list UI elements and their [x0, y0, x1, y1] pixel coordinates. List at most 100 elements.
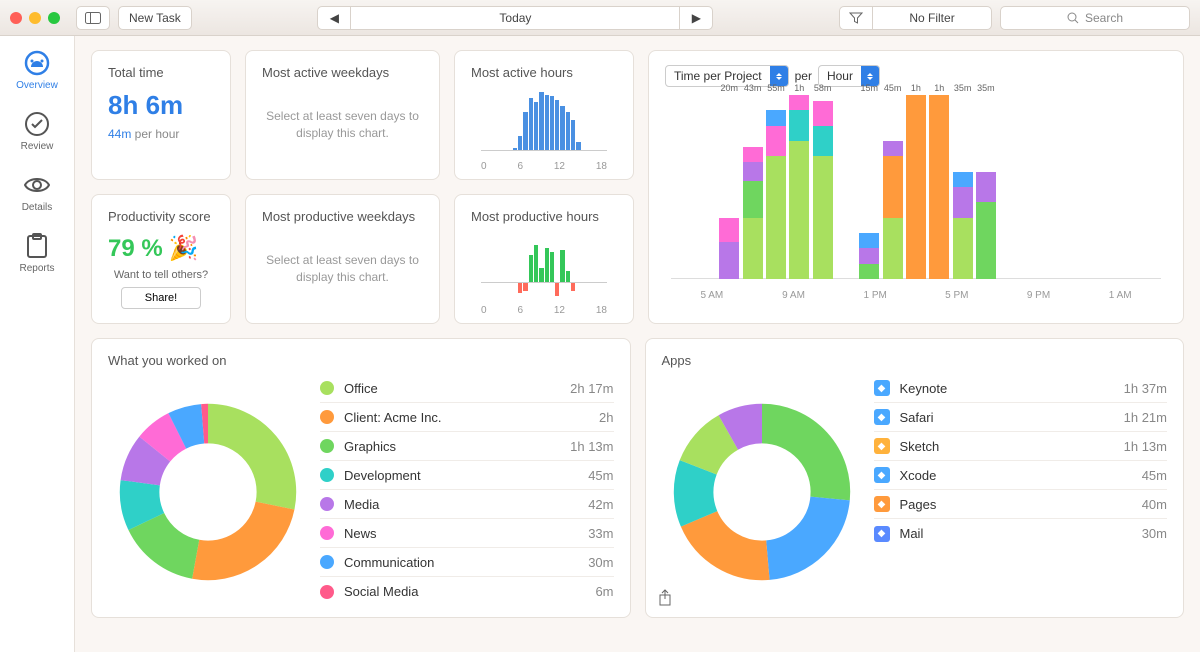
- card-title: Most active weekdays: [262, 65, 423, 80]
- new-task-button[interactable]: New Task: [118, 6, 192, 30]
- app-icon: ◆: [874, 526, 890, 542]
- card-title: Productivity score: [108, 209, 214, 224]
- color-dot: [320, 526, 334, 540]
- share-button[interactable]: Share!: [121, 287, 201, 309]
- search-icon: [1067, 12, 1079, 24]
- legend-row[interactable]: ◆ Mail30m: [874, 519, 1168, 548]
- filter-button[interactable]: [839, 6, 873, 30]
- apps-donut-chart: [662, 374, 862, 610]
- sidebar-item-overview[interactable]: Overview: [16, 50, 58, 91]
- triangle-right-icon: ▶: [692, 11, 701, 25]
- legend-row[interactable]: ◆Keynote1h 37m: [874, 374, 1168, 403]
- productive-hours-card[interactable]: Most productive hours 061218: [454, 194, 634, 324]
- active-hours-card[interactable]: Most active hours 061218: [454, 50, 634, 180]
- toggle-sidebar-button[interactable]: [76, 6, 110, 30]
- legend-row[interactable]: Graphics1h 13m: [320, 432, 614, 461]
- close-window-button[interactable]: [10, 12, 22, 24]
- legend-value: 33m: [588, 526, 613, 541]
- legend-row[interactable]: ◆ Sketch1h 13m: [874, 432, 1168, 461]
- productive-hours-chart: 061218: [471, 234, 617, 324]
- legend-row[interactable]: Development45m: [320, 461, 614, 490]
- app-icon: ◆: [874, 467, 890, 483]
- legend-value: 2h 17m: [570, 381, 613, 396]
- minimize-window-button[interactable]: [29, 12, 41, 24]
- card-title: Total time: [108, 65, 214, 80]
- legend-name: Xcode: [900, 468, 1142, 483]
- date-prev-button[interactable]: ◀: [317, 6, 351, 30]
- clipboard-icon: [24, 233, 50, 259]
- search-field[interactable]: Search: [1000, 6, 1190, 30]
- triangle-left-icon: ◀: [330, 11, 339, 25]
- legend-name: Client: Acme Inc.: [344, 410, 599, 425]
- legend-value: 2h: [599, 410, 613, 425]
- total-time-card[interactable]: Total time 8h 6m 44m per hour: [91, 50, 231, 180]
- apps-panel: Apps ◆Keynote1h 37m◆Safari1h 21m◆Sketch1…: [645, 338, 1185, 618]
- zoom-window-button[interactable]: [48, 12, 60, 24]
- legend-name: Sketch: [900, 439, 1124, 454]
- legend-name: Development: [344, 468, 588, 483]
- panel-title: Apps: [662, 353, 1168, 368]
- legend-name: News: [344, 526, 588, 541]
- placeholder-text: Select at least seven days to display th…: [262, 234, 423, 304]
- date-label-button[interactable]: Today: [350, 6, 680, 30]
- legend-value: 30m: [1142, 526, 1167, 541]
- productive-weekdays-card[interactable]: Most productive weekdays Select at least…: [245, 194, 440, 324]
- apps-legend: ◆Keynote1h 37m◆Safari1h 21m◆Sketch1h 13m…: [874, 374, 1168, 610]
- legend-value: 1h 21m: [1124, 410, 1167, 425]
- placeholder-text: Select at least seven days to display th…: [262, 90, 423, 160]
- rate-value: 44m: [108, 127, 131, 141]
- legend-name: Pages: [900, 497, 1142, 512]
- legend-row[interactable]: News33m: [320, 519, 614, 548]
- active-weekdays-card[interactable]: Most active weekdays Select at least sev…: [245, 50, 440, 180]
- total-time-value: 8h 6m: [108, 90, 214, 121]
- filter-label-button[interactable]: No Filter: [872, 6, 992, 30]
- funnel-icon: [849, 12, 863, 24]
- legend-name: Communication: [344, 555, 588, 570]
- legend-row[interactable]: Media42m: [320, 490, 614, 519]
- main-content: Total time 8h 6m 44m per hour Most activ…: [75, 36, 1200, 652]
- legend-name: Mail: [900, 526, 1142, 541]
- productivity-score-card[interactable]: Productivity score 79 %🎉 Want to tell ot…: [91, 194, 231, 324]
- sidebar-icon: [85, 12, 101, 24]
- sidebar: Overview Review Details Reports: [0, 36, 75, 652]
- active-hours-chart: 061218: [471, 90, 617, 180]
- legend-value: 42m: [588, 497, 613, 512]
- date-navigator: ◀ Today ▶: [317, 6, 713, 30]
- legend-row[interactable]: Social Media6m: [320, 577, 614, 606]
- sidebar-item-details[interactable]: Details: [22, 172, 53, 213]
- legend-value: 45m: [1142, 468, 1167, 483]
- color-dot: [320, 585, 334, 599]
- sidebar-item-reports[interactable]: Reports: [19, 233, 54, 274]
- legend-name: Keynote: [900, 381, 1124, 396]
- legend-value: 1h 37m: [1124, 381, 1167, 396]
- color-dot: [320, 381, 334, 395]
- legend-value: 1h 13m: [1124, 439, 1167, 454]
- sidebar-label: Reports: [19, 263, 54, 274]
- titlebar: New Task ◀ Today ▶ No Filter Search: [0, 0, 1200, 36]
- sidebar-item-review[interactable]: Review: [21, 111, 54, 152]
- card-title: Most productive weekdays: [262, 209, 423, 224]
- stacked-bar-chart: 20m43m55m1h58m15m45m1h1h35m35m 5 AM9 AM1…: [671, 95, 1161, 305]
- legend-row[interactable]: Office2h 17m: [320, 374, 614, 403]
- legend-value: 40m: [1142, 497, 1167, 512]
- legend-row[interactable]: ◆Safari1h 21m: [874, 403, 1168, 432]
- legend-row[interactable]: Communication30m: [320, 548, 614, 577]
- legend-row[interactable]: ▶Client: Acme Inc.2h: [320, 403, 614, 432]
- app-icon: ◆: [874, 438, 890, 454]
- color-dot: [320, 497, 334, 511]
- rate-suffix: per hour: [131, 127, 179, 141]
- gauge-icon: [24, 50, 50, 76]
- card-title: Most productive hours: [471, 209, 617, 224]
- legend-name: Graphics: [344, 439, 570, 454]
- sidebar-label: Review: [21, 141, 54, 152]
- share-icon[interactable]: [658, 589, 672, 607]
- date-next-button[interactable]: ▶: [679, 6, 713, 30]
- legend-row[interactable]: ◆Pages40m: [874, 490, 1168, 519]
- legend-value: 1h 13m: [570, 439, 613, 454]
- legend-value: 6m: [595, 584, 613, 599]
- legend-value: 30m: [588, 555, 613, 570]
- color-dot: [320, 410, 334, 424]
- eye-icon: [24, 172, 50, 198]
- score-value: 79 %: [108, 235, 163, 263]
- legend-row[interactable]: ◆ Xcode45m: [874, 461, 1168, 490]
